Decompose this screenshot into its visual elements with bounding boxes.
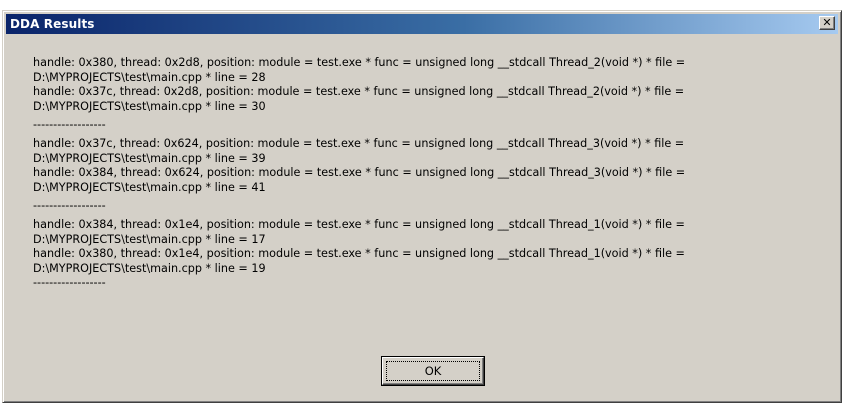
result-line: D:\MYPROJECTS\test\main.cpp * line = 41 <box>33 180 266 194</box>
result-line: handle: 0x380, thread: 0x2d8, position: … <box>33 56 686 69</box>
separator-line: ------------------ <box>33 199 106 213</box>
result-line: D:\MYPROJECTS\test\main.cpp * line = 19 <box>33 261 266 275</box>
dialog-title: DDA Results <box>10 17 95 31</box>
result-line: handle: 0x37c, thread: 0x2d8, position: … <box>33 85 685 99</box>
dda-results-dialog: DDA Results ✕ handle: 0x380, thread: 0x2… <box>2 10 842 403</box>
result-line: handle: 0x384, thread: 0x624, position: … <box>33 166 686 180</box>
result-line: D:\MYPROJECTS\test\main.cpp * line = 39 <box>33 151 266 165</box>
results-text: handle: 0x380, thread: 0x2d8, position: … <box>33 56 833 291</box>
ok-button-label: OK <box>424 364 442 378</box>
result-line: handle: 0x384, thread: 0x1e4, position: … <box>33 217 685 231</box>
close-button[interactable]: ✕ <box>819 16 835 30</box>
title-bar[interactable]: DDA Results ✕ <box>6 14 838 34</box>
ok-button[interactable]: OK <box>381 356 485 386</box>
separator-line: ------------------ <box>33 276 106 290</box>
result-line: D:\MYPROJECTS\test\main.cpp * line = 17 <box>33 232 266 246</box>
result-line: handle: 0x380, thread: 0x1e4, position: … <box>33 247 685 261</box>
result-line: handle: 0x37c, thread: 0x624, position: … <box>33 136 685 150</box>
result-line: D:\MYPROJECTS\test\main.cpp * line = 28 <box>33 70 266 84</box>
separator-line: ------------------ <box>33 118 106 132</box>
result-line: D:\MYPROJECTS\test\main.cpp * line = 30 <box>33 99 266 113</box>
close-icon: ✕ <box>822 15 832 29</box>
